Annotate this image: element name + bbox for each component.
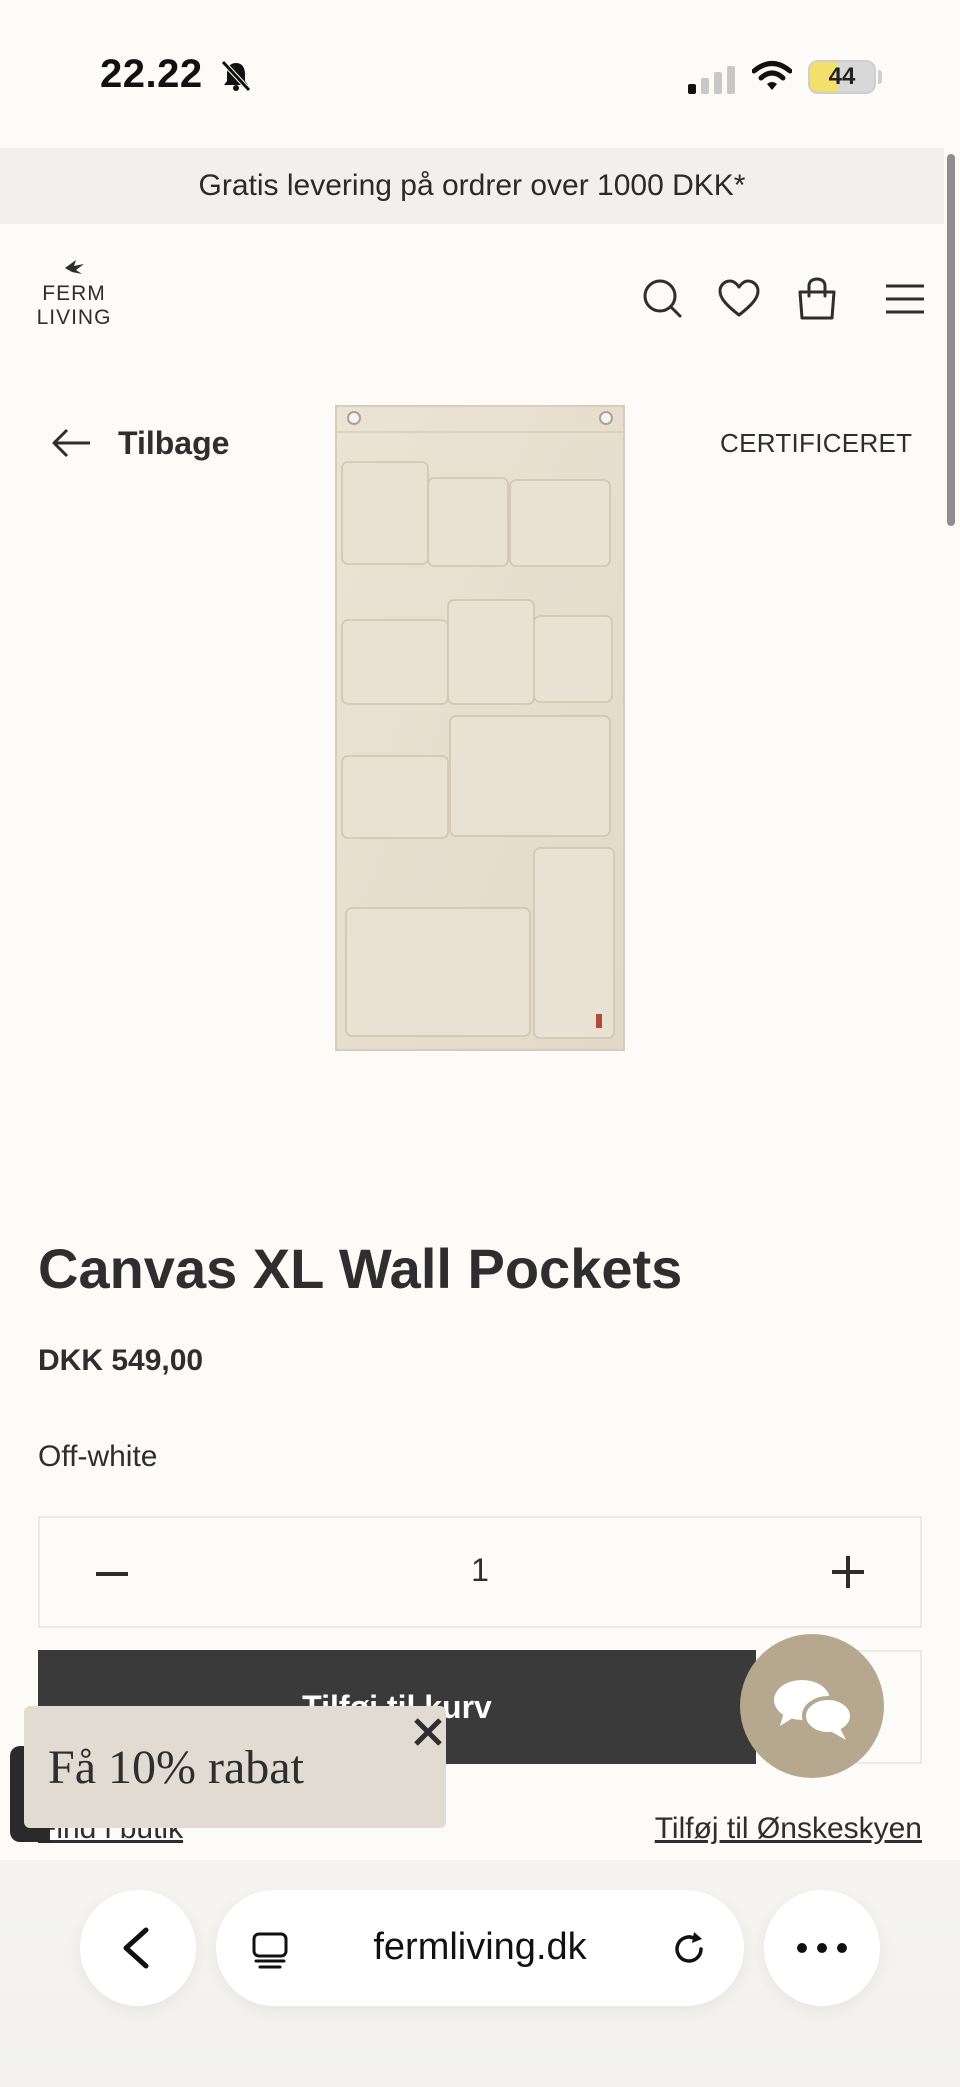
quantity-stepper: 1: [38, 1516, 922, 1628]
certified-link[interactable]: CERTIFICERET: [720, 428, 912, 459]
back-link[interactable]: Tilbage: [52, 418, 229, 468]
status-time: 22.22: [100, 52, 203, 96]
product-price: DKK 549,00: [38, 1344, 204, 1377]
close-icon[interactable]: [408, 1712, 448, 1752]
chat-bubbles-icon: [774, 1680, 854, 1740]
more-options-button[interactable]: [764, 1890, 880, 2006]
discount-popup[interactable]: Få 10% rabat: [24, 1706, 446, 1828]
bird-logo-icon: [65, 260, 84, 274]
product-image[interactable]: [334, 404, 626, 1052]
bag-icon[interactable]: [794, 276, 840, 322]
more-dots-icon: [797, 1943, 847, 1953]
address-bar[interactable]: fermliving.dk: [216, 1890, 744, 2006]
product-title: Canvas XL Wall Pockets: [38, 1237, 683, 1300]
discount-text[interactable]: Få 10% rabat: [48, 1740, 304, 1795]
logo-text-line2: LIVING: [36, 306, 112, 329]
quantity-value[interactable]: 1: [40, 1552, 920, 1589]
back-label: Tilbage: [118, 424, 230, 461]
announcement-bar[interactable]: Gratis levering på ordrer over 1000 DKK*: [0, 148, 944, 224]
battery-label: 44: [828, 63, 856, 90]
heart-icon[interactable]: [716, 276, 762, 322]
product-variant: Off-white: [38, 1440, 158, 1473]
battery-indicator: 44: [808, 60, 876, 94]
logo-text-line1: FERM: [42, 282, 106, 305]
status-bar: 22.22 44: [0, 0, 960, 148]
plus-icon[interactable]: [826, 1550, 870, 1594]
cellular-signal-icon: [688, 66, 735, 94]
wifi-icon: [752, 61, 792, 90]
bell-muted-icon: [221, 60, 251, 92]
scrollbar-thumb[interactable]: [947, 154, 955, 526]
url-text[interactable]: fermliving.dk: [216, 1926, 744, 1969]
site-header: FERM LIVING: [0, 224, 944, 374]
page-scrollbar[interactable]: [944, 148, 960, 1888]
battery-cap: [878, 70, 882, 84]
browser-back-button[interactable]: [80, 1890, 196, 2006]
arrow-left-icon: [52, 428, 90, 458]
add-to-wishlist-link[interactable]: Tilføj til Ønskeskyen: [655, 1812, 922, 1846]
reload-icon[interactable]: [668, 1928, 710, 1970]
chevron-left-icon: [123, 1927, 149, 1969]
search-icon[interactable]: [640, 276, 686, 322]
menu-icon[interactable]: [882, 276, 928, 322]
browser-toolbar: fermliving.dk: [0, 1860, 960, 2087]
ferm-living-logo[interactable]: FERM LIVING: [34, 258, 114, 330]
chat-button[interactable]: [740, 1634, 884, 1778]
